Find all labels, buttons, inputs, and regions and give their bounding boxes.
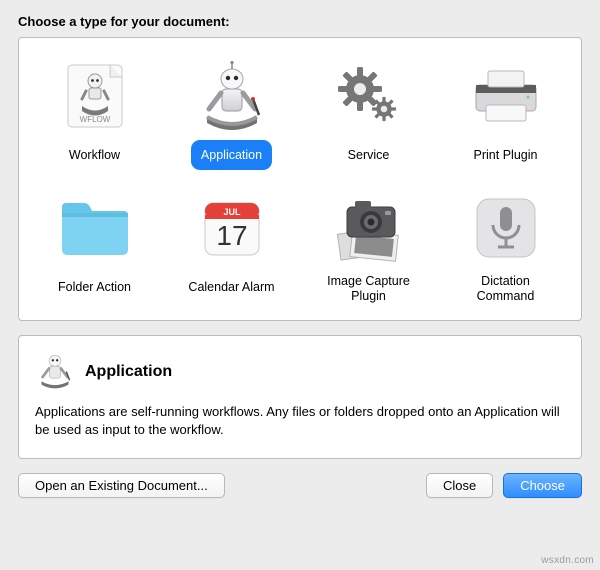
type-folder-action[interactable]: Folder Action xyxy=(29,182,160,312)
description-body: Applications are self-running workflows.… xyxy=(35,403,565,438)
service-icon xyxy=(329,56,409,136)
description-icon xyxy=(35,350,75,393)
type-print-plugin-label: Print Plugin xyxy=(464,140,548,170)
calendar-icon: JUL 17 xyxy=(192,188,272,268)
type-service-label: Service xyxy=(338,140,400,170)
type-dictation-command[interactable]: DictationCommand xyxy=(440,182,571,312)
microphone-icon xyxy=(466,188,546,268)
type-workflow-label: Workflow xyxy=(59,140,130,170)
description-panel: Application Applications are self-runnin… xyxy=(18,335,582,459)
type-workflow[interactable]: WFLOW Workflow xyxy=(29,50,160,176)
type-service[interactable]: Service xyxy=(303,50,434,176)
close-button[interactable]: Close xyxy=(426,473,493,498)
dialog-title: Choose a type for your document: xyxy=(18,14,582,29)
type-application[interactable]: Application xyxy=(166,50,297,176)
description-title: Application xyxy=(85,363,172,381)
choose-button[interactable]: Choose xyxy=(503,473,582,498)
open-existing-button[interactable]: Open an Existing Document... xyxy=(18,473,225,498)
printer-icon xyxy=(466,56,546,136)
types-panel: WFLOW Workflow xyxy=(18,37,582,321)
svg-text:WFLOW: WFLOW xyxy=(79,115,110,124)
type-print-plugin[interactable]: Print Plugin xyxy=(440,50,571,176)
type-dictation-command-label: DictationCommand xyxy=(467,272,545,306)
workflow-icon: WFLOW xyxy=(55,56,135,136)
button-row: Open an Existing Document... Close Choos… xyxy=(18,473,582,498)
svg-text:JUL: JUL xyxy=(223,207,241,217)
type-calendar-alarm[interactable]: JUL 17 Calendar Alarm xyxy=(166,182,297,312)
type-image-capture-plugin-label: Image CapturePlugin xyxy=(317,272,420,306)
type-folder-action-label: Folder Action xyxy=(48,272,141,302)
type-image-capture-plugin[interactable]: Image CapturePlugin xyxy=(303,182,434,312)
folder-icon xyxy=(55,188,135,268)
svg-text:17: 17 xyxy=(216,220,247,251)
type-calendar-alarm-label: Calendar Alarm xyxy=(178,272,284,302)
camera-icon xyxy=(329,188,409,268)
watermark: wsxdn.com xyxy=(541,555,594,566)
application-icon xyxy=(192,56,272,136)
type-application-label: Application xyxy=(191,140,272,170)
